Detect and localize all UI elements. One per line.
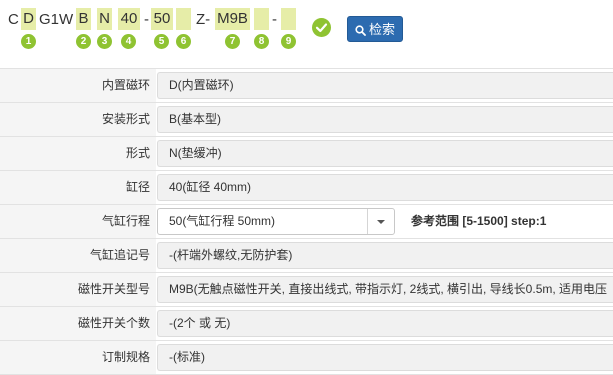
row-label: 气缸行程 — [0, 205, 156, 238]
row-switch-model: 磁性开关型号 M9B(无触点磁性开关, 直接出线式, 带指示灯, 2线式, 横引… — [0, 273, 613, 307]
code-box-4[interactable]: 40 — [118, 8, 140, 30]
code-box-2[interactable]: B — [76, 8, 91, 30]
code-box-8[interactable] — [254, 8, 269, 30]
code-box-5[interactable]: 50 — [151, 8, 173, 30]
row-value: -(杆端外螺纹,无防护套) — [157, 242, 613, 269]
code-fixed-g1w: G1W — [39, 11, 74, 28]
row-label: 形式 — [0, 137, 156, 170]
marker-4: 4 — [121, 34, 136, 49]
row-value: D(内置磁环) — [157, 72, 613, 99]
marker-9: 9 — [281, 34, 296, 49]
marker-2: 2 — [76, 34, 91, 49]
chevron-down-icon[interactable] — [367, 209, 394, 234]
stroke-select[interactable]: 50(气缸行程 50mm) — [157, 208, 395, 235]
code-box-7[interactable]: M9B — [215, 8, 250, 30]
row-value: -(标准) — [157, 344, 613, 371]
search-icon — [355, 25, 366, 36]
check-circle-icon — [312, 18, 331, 37]
row-label: 缸径 — [0, 171, 156, 204]
stroke-select-value: 50(气缸行程 50mm) — [169, 214, 276, 228]
row-value: -(2个 或 无) — [157, 310, 613, 337]
row-magnet: 内置磁环 D(内置磁环) — [0, 69, 613, 103]
row-label: 气缸追记号 — [0, 239, 156, 272]
code-dash-1: - — [144, 11, 149, 28]
row-value: B(基本型) — [157, 106, 613, 133]
search-button-label: 检索 — [368, 22, 395, 37]
row-type: 形式 N(垫缓冲) — [0, 137, 613, 171]
marker-3: 3 — [97, 34, 112, 49]
code-box-3[interactable]: N — [97, 8, 112, 30]
row-label: 安装形式 — [0, 103, 156, 136]
row-switch-count: 磁性开关个数 -(2个 或 无) — [0, 307, 613, 341]
code-box-9[interactable] — [281, 8, 296, 30]
row-label: 订制规格 — [0, 341, 156, 374]
row-label: 内置磁环 — [0, 69, 156, 102]
row-label: 磁性开关个数 — [0, 307, 156, 340]
row-mounting: 安装形式 B(基本型) — [0, 103, 613, 137]
row-rod-option: 气缸追记号 -(杆端外螺纹,无防护套) — [0, 239, 613, 273]
code-fixed-z: Z- — [196, 11, 211, 28]
row-label: 磁性开关型号 — [0, 273, 156, 306]
marker-1: 1 — [21, 34, 36, 49]
code-dash-2: - — [272, 11, 277, 28]
code-box-1[interactable]: D — [21, 8, 36, 30]
marker-8: 8 — [254, 34, 269, 49]
code-box-6[interactable] — [176, 8, 191, 30]
row-value: M9B(无触点磁性开关, 直接出线式, 带指示灯, 2线式, 横引出, 导线长0… — [157, 276, 613, 303]
code-prefix: C — [8, 11, 19, 28]
spec-form: 内置磁环 D(内置磁环) 安装形式 B(基本型) 形式 N(垫缓冲) 缸径 40… — [0, 68, 613, 375]
marker-7: 7 — [225, 34, 240, 49]
marker-6: 6 — [176, 34, 191, 49]
row-bore: 缸径 40(缸径 40mm) — [0, 171, 613, 205]
row-value: 40(缸径 40mm) — [157, 174, 613, 201]
search-button[interactable]: 检索 — [347, 16, 403, 42]
stroke-range-hint: 参考范围 [5-1500] step:1 — [411, 214, 547, 228]
row-value: N(垫缓冲) — [157, 140, 613, 167]
row-stroke: 气缸行程 50(气缸行程 50mm) 参考范围 [5-1500] step:1 — [0, 205, 613, 239]
marker-5: 5 — [154, 34, 169, 49]
